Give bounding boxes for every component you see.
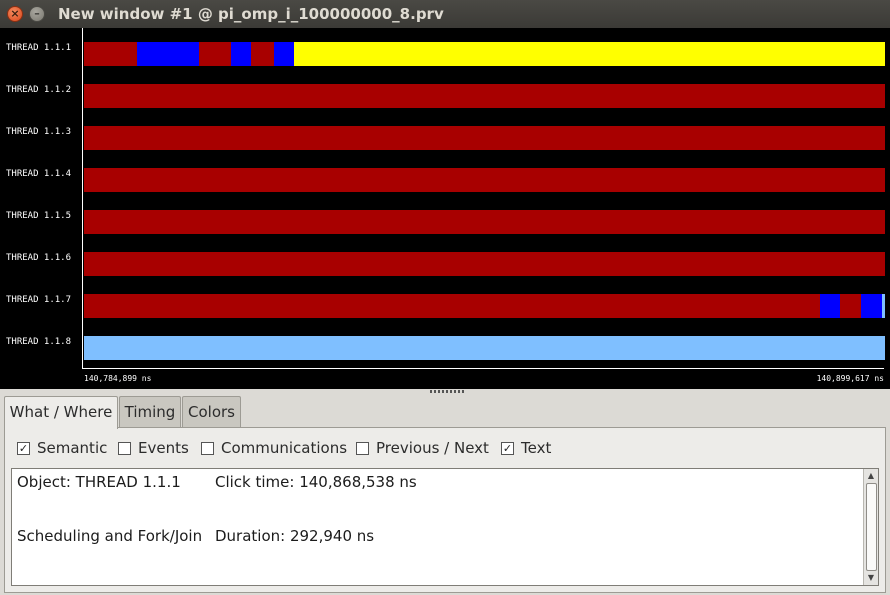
state-segment[interactable] bbox=[84, 210, 885, 234]
splitter-grip-icon[interactable] bbox=[430, 390, 464, 393]
communications-check-icon bbox=[201, 441, 214, 455]
thread-label: THREAD 1.1.7 bbox=[6, 295, 72, 305]
thread-row[interactable] bbox=[84, 336, 885, 360]
thread-label: THREAD 1.1.4 bbox=[6, 169, 72, 179]
previous-next-label: Previous / Next bbox=[376, 439, 489, 457]
thread-row[interactable] bbox=[84, 84, 885, 108]
click-time-text: Click time: 140,868,538 ns bbox=[215, 473, 417, 491]
state-segment[interactable] bbox=[84, 336, 885, 360]
previous-next-check-icon bbox=[356, 441, 369, 455]
events-check-icon bbox=[118, 441, 131, 455]
state-segment[interactable] bbox=[861, 294, 882, 318]
thread-row[interactable] bbox=[84, 126, 885, 150]
thread-row[interactable] bbox=[84, 252, 885, 276]
start-time-label: 140,784,899 ns bbox=[84, 374, 152, 383]
thread-label: THREAD 1.1.1 bbox=[6, 43, 72, 53]
tab-colors[interactable]: Colors bbox=[182, 396, 241, 427]
thread-label: THREAD 1.1.2 bbox=[6, 85, 72, 95]
state-segment[interactable] bbox=[84, 126, 885, 150]
state-segment[interactable] bbox=[84, 42, 137, 66]
state-segment[interactable] bbox=[294, 42, 885, 66]
duration-text: Duration: 292,940 ns bbox=[215, 527, 375, 545]
semantic-label: Semantic bbox=[37, 439, 108, 457]
tab-what-where[interactable]: What / Where bbox=[4, 396, 118, 429]
close-icon: × bbox=[10, 7, 20, 20]
events-checkbox[interactable]: Events bbox=[118, 439, 189, 457]
state-segment[interactable] bbox=[820, 294, 840, 318]
communications-checkbox[interactable]: Communications bbox=[201, 439, 347, 457]
events-label: Events bbox=[138, 439, 189, 457]
state-segment[interactable] bbox=[840, 294, 861, 318]
state-segment[interactable] bbox=[84, 84, 885, 108]
thread-row[interactable] bbox=[84, 210, 885, 234]
info-scrollbar[interactable]: ▲ ▼ bbox=[863, 469, 878, 585]
text-checkbox[interactable]: ✓ Text bbox=[501, 439, 551, 457]
state-segment[interactable] bbox=[84, 294, 820, 318]
text-check-icon: ✓ bbox=[501, 441, 514, 455]
window-title: New window #1 @ pi_omp_i_100000000_8.prv bbox=[58, 5, 444, 23]
minimize-icon: – bbox=[34, 7, 40, 20]
info-text-area[interactable]: Object: THREAD 1.1.1 Click time: 140,868… bbox=[11, 468, 879, 586]
minimize-button[interactable]: – bbox=[29, 6, 45, 22]
close-button[interactable]: × bbox=[7, 6, 23, 22]
scroll-thumb[interactable] bbox=[866, 483, 877, 571]
object-text: Object: THREAD 1.1.1 bbox=[17, 473, 181, 491]
title-bar: × – New window #1 @ pi_omp_i_100000000_8… bbox=[0, 0, 890, 28]
state-segment[interactable] bbox=[137, 42, 199, 66]
state-segment[interactable] bbox=[274, 42, 294, 66]
state-segment[interactable] bbox=[882, 294, 885, 318]
thread-row[interactable] bbox=[84, 168, 885, 192]
state-text: Scheduling and Fork/Join bbox=[17, 527, 203, 545]
thread-label: THREAD 1.1.8 bbox=[6, 337, 72, 347]
info-panel: What / Where Timing Colors ✓ Semantic Ev… bbox=[0, 395, 890, 595]
x-axis-line bbox=[82, 368, 884, 369]
state-segment[interactable] bbox=[231, 42, 251, 66]
thread-row[interactable] bbox=[84, 294, 885, 318]
scroll-up-icon[interactable]: ▲ bbox=[864, 469, 878, 483]
tab-timing[interactable]: Timing bbox=[119, 396, 181, 427]
what-where-panel: ✓ Semantic Events Communications Previou… bbox=[4, 427, 886, 593]
semantic-check-icon: ✓ bbox=[17, 441, 30, 455]
timeline-view[interactable]: 140,784,899 ns 140,899,617 ns THREAD 1.1… bbox=[0, 28, 890, 389]
state-segment[interactable] bbox=[199, 42, 231, 66]
thread-label: THREAD 1.1.3 bbox=[6, 127, 72, 137]
text-label: Text bbox=[521, 439, 552, 457]
semantic-checkbox[interactable]: ✓ Semantic bbox=[17, 439, 107, 457]
y-axis-line bbox=[82, 28, 83, 369]
thread-label: THREAD 1.1.6 bbox=[6, 253, 72, 263]
state-segment[interactable] bbox=[251, 42, 274, 66]
previous-next-checkbox[interactable]: Previous / Next bbox=[356, 439, 489, 457]
thread-row[interactable] bbox=[84, 42, 885, 66]
thread-label: THREAD 1.1.5 bbox=[6, 211, 72, 221]
state-segment[interactable] bbox=[84, 168, 885, 192]
scroll-down-icon[interactable]: ▼ bbox=[864, 571, 878, 585]
communications-label: Communications bbox=[221, 439, 348, 457]
end-time-label: 140,899,617 ns bbox=[816, 374, 884, 383]
state-segment[interactable] bbox=[84, 252, 885, 276]
